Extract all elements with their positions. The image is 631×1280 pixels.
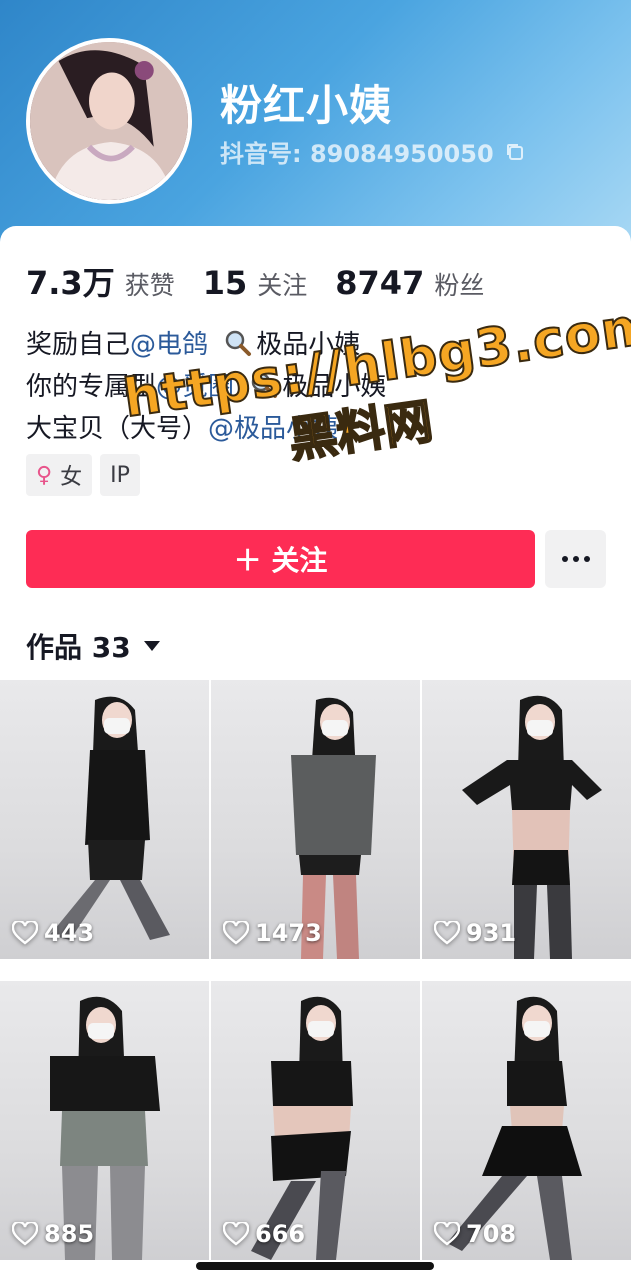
likes-overlay: 1473: [223, 919, 322, 947]
heart-icon: [12, 1222, 38, 1246]
likes-overlay: 666: [223, 1220, 305, 1248]
search-keyword[interactable]: 极品小姨: [256, 330, 360, 360]
video-tile[interactable]: 443: [0, 680, 209, 959]
video-thumbnail: [50, 996, 160, 1260]
likes-overlay: 885: [12, 1220, 94, 1248]
avatar-image: [30, 42, 188, 200]
video-tile[interactable]: 666: [211, 981, 420, 1260]
following-count[interactable]: 15: [203, 264, 248, 302]
tags-row: ♀ 女 IP: [26, 454, 140, 496]
video-thumbnail: [50, 696, 170, 940]
profile-name: 粉红小姨: [220, 81, 393, 130]
gender-tag: ♀ 女: [26, 454, 93, 496]
stats-row: 7.3万 获赞 15 关注 8747 粉丝: [26, 258, 512, 304]
video-thumbnail: [447, 996, 582, 1260]
video-grid: 443 1473 931 885 666 708: [0, 680, 631, 1280]
likes-count: 1473: [255, 919, 322, 947]
likes-count: 931: [466, 919, 517, 947]
bio-text: 你的专属型: [26, 372, 157, 402]
likes-count: 7.3万: [26, 264, 115, 302]
caret-down-icon: [143, 641, 160, 651]
video-tile[interactable]: 708: [422, 981, 631, 1260]
more-icon: [561, 556, 590, 562]
female-icon: ♀: [36, 462, 53, 488]
follow-label: ＋ 关注: [233, 544, 328, 577]
likes-count: 885: [44, 1220, 95, 1248]
bio-text: 大宝贝（大号）: [26, 414, 209, 444]
profile-id[interactable]: 抖音号: 89084950050: [220, 134, 526, 169]
likes-overlay: 708: [434, 1220, 516, 1248]
heart-icon: [223, 1222, 249, 1246]
search-icon: [252, 372, 278, 398]
heart-icon: [223, 921, 249, 945]
tab-works[interactable]: 作品 33: [26, 626, 161, 666]
ip-label: IP: [110, 462, 130, 488]
likes-label: 获赞: [124, 271, 175, 300]
bio-text: 奖励自己: [26, 330, 131, 360]
likes-count: 708: [466, 1220, 517, 1248]
followers-count[interactable]: 8747: [335, 264, 424, 302]
more-button[interactable]: [545, 530, 606, 588]
likes-overlay: 931: [434, 919, 516, 947]
home-indicator[interactable]: [196, 1262, 434, 1270]
gender-label: 女: [60, 465, 83, 490]
ip-tag: IP: [100, 454, 140, 496]
follow-button[interactable]: ＋ 关注: [26, 530, 535, 588]
mention-link[interactable]: @极品小姨: [208, 414, 338, 444]
bio-line-2: 你的专属型@觅圈 极品小姨: [26, 366, 606, 408]
video-tile[interactable]: 885: [0, 981, 209, 1260]
video-thumbnail: [462, 695, 602, 959]
copy-icon[interactable]: [504, 141, 526, 163]
bio: 奖励自己@电鸽 极品小姨 你的专属型@觅圈 极品小姨 大宝贝（大号）@极品小姨: [26, 324, 606, 450]
following-label[interactable]: 关注: [257, 266, 307, 302]
likes-count: 666: [255, 1220, 306, 1248]
bio-line-3: 大宝贝（大号）@极品小姨: [26, 408, 606, 450]
video-thumbnail: [291, 697, 376, 959]
mention-link[interactable]: @电鸽: [130, 330, 208, 360]
search-icon: [226, 330, 252, 356]
profile-id-text: 抖音号: 89084950050: [220, 140, 494, 168]
avatar[interactable]: [26, 38, 192, 204]
bio-line-1: 奖励自己@电鸽 极品小姨: [26, 324, 606, 366]
likes-count: 443: [44, 919, 95, 947]
mention-link[interactable]: @觅圈: [156, 372, 234, 402]
video-thumbnail: [251, 996, 353, 1260]
works-label: 作品 33: [26, 631, 131, 664]
video-tile[interactable]: 931: [422, 680, 631, 959]
heart-icon: [12, 921, 38, 945]
heart-icon: [434, 1222, 460, 1246]
heart-icon: [434, 921, 460, 945]
search-keyword[interactable]: 极品小姨: [282, 372, 386, 402]
video-tile[interactable]: 1473: [211, 680, 420, 959]
followers-label[interactable]: 粉丝: [434, 266, 484, 302]
likes-overlay: 443: [12, 919, 94, 947]
